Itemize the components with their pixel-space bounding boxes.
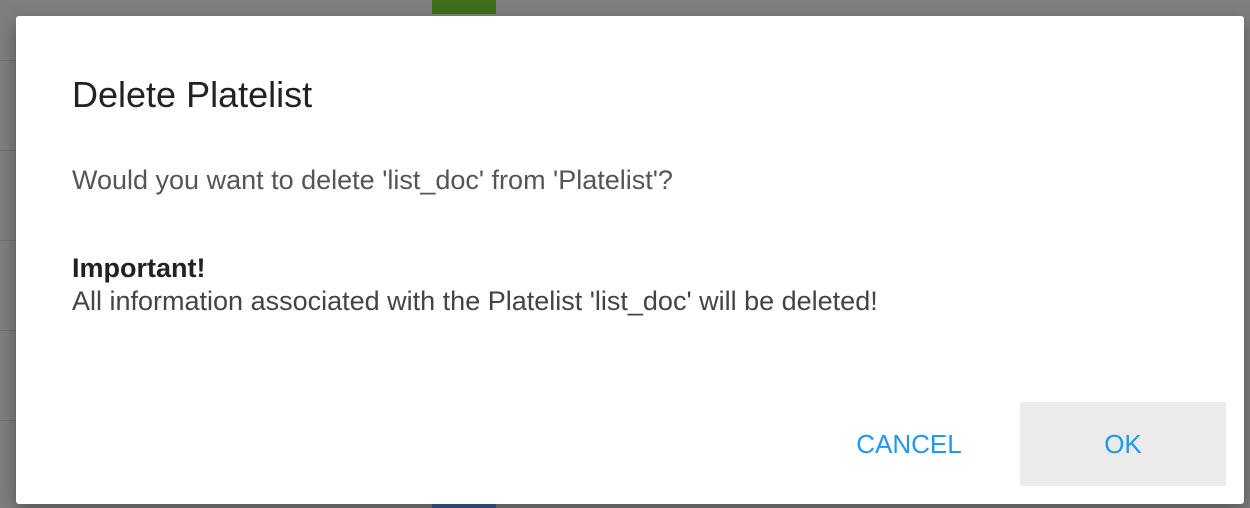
delete-confirmation-dialog: Delete Platelist Would you want to delet… (16, 16, 1244, 504)
dialog-actions: CANCEL OK (814, 402, 1226, 486)
cancel-button[interactable]: CANCEL (814, 402, 1004, 486)
warning-title: Important! (72, 253, 206, 283)
background-status-chip (432, 0, 496, 14)
warning-text: All information associated with the Plat… (72, 286, 878, 316)
warning-block: Important! All information associated wi… (72, 252, 878, 318)
ok-button[interactable]: OK (1020, 402, 1226, 486)
dialog-title: Delete Platelist (72, 74, 313, 115)
dialog-message: Would you want to delete 'list_doc' from… (72, 165, 673, 195)
